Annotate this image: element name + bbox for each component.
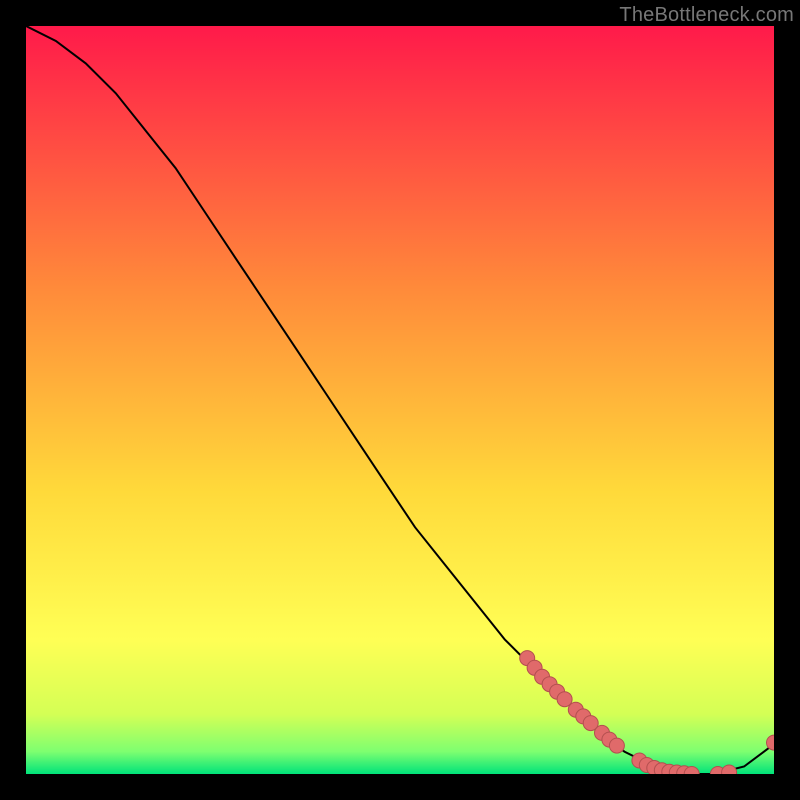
chart-frame: TheBottleneck.com: [0, 0, 800, 800]
watermark-text: TheBottleneck.com: [619, 4, 794, 27]
plot-area: [26, 26, 774, 774]
gradient-background: [26, 26, 774, 774]
data-dot: [609, 738, 624, 753]
chart-svg: [26, 26, 774, 774]
